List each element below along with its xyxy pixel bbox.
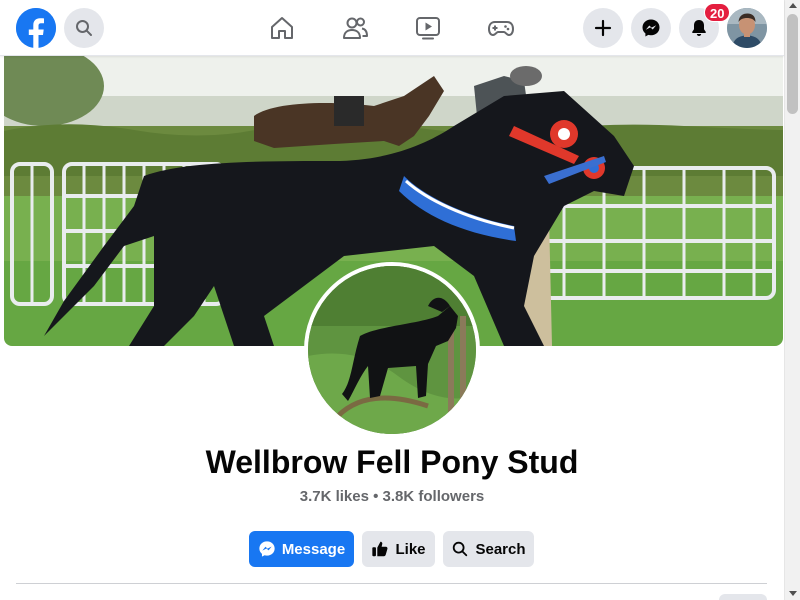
like-button[interactable]: Like xyxy=(362,531,435,567)
search-page-button-label: Search xyxy=(475,540,526,558)
notification-count-badge: 20 xyxy=(704,3,731,22)
thumbs-up-icon xyxy=(372,541,388,557)
scroll-down-arrow-icon[interactable] xyxy=(789,591,797,596)
messenger-button[interactable] xyxy=(631,8,671,48)
facebook-logo-icon[interactable] xyxy=(16,8,56,48)
friends-tab[interactable] xyxy=(339,12,371,44)
bell-icon xyxy=(692,20,706,36)
plus-icon xyxy=(594,19,612,37)
messenger-icon xyxy=(642,19,660,37)
watch-tab[interactable] xyxy=(412,12,444,44)
search-page-button[interactable]: Search xyxy=(443,531,534,567)
page-stats: 3.7K likes • 3.8K followers xyxy=(299,488,485,505)
section-divider xyxy=(16,583,767,584)
profile-picture[interactable] xyxy=(304,262,480,438)
search-icon xyxy=(76,20,92,36)
top-navigation-bar: 20 xyxy=(0,0,784,56)
like-button-label: Like xyxy=(395,540,426,558)
gaming-icon xyxy=(488,21,514,36)
search-icon xyxy=(453,541,468,557)
create-button[interactable] xyxy=(583,8,623,48)
messenger-icon xyxy=(259,541,275,557)
scroll-up-arrow-icon[interactable] xyxy=(789,3,797,8)
watch-icon xyxy=(416,17,440,40)
more-options-button[interactable] xyxy=(719,594,767,600)
gaming-tab[interactable] xyxy=(485,12,517,44)
page-scrollbar[interactable] xyxy=(784,0,800,600)
account-avatar[interactable] xyxy=(727,8,767,48)
home-tab[interactable] xyxy=(266,12,298,44)
scrollbar-thumb[interactable] xyxy=(787,14,798,114)
search-button[interactable] xyxy=(64,8,104,48)
message-button-label: Message xyxy=(281,540,346,558)
page-title: Wellbrow Fell Pony Stud xyxy=(205,444,579,480)
friends-icon xyxy=(343,17,368,39)
message-button[interactable]: Message xyxy=(249,531,354,567)
home-icon xyxy=(271,17,293,39)
